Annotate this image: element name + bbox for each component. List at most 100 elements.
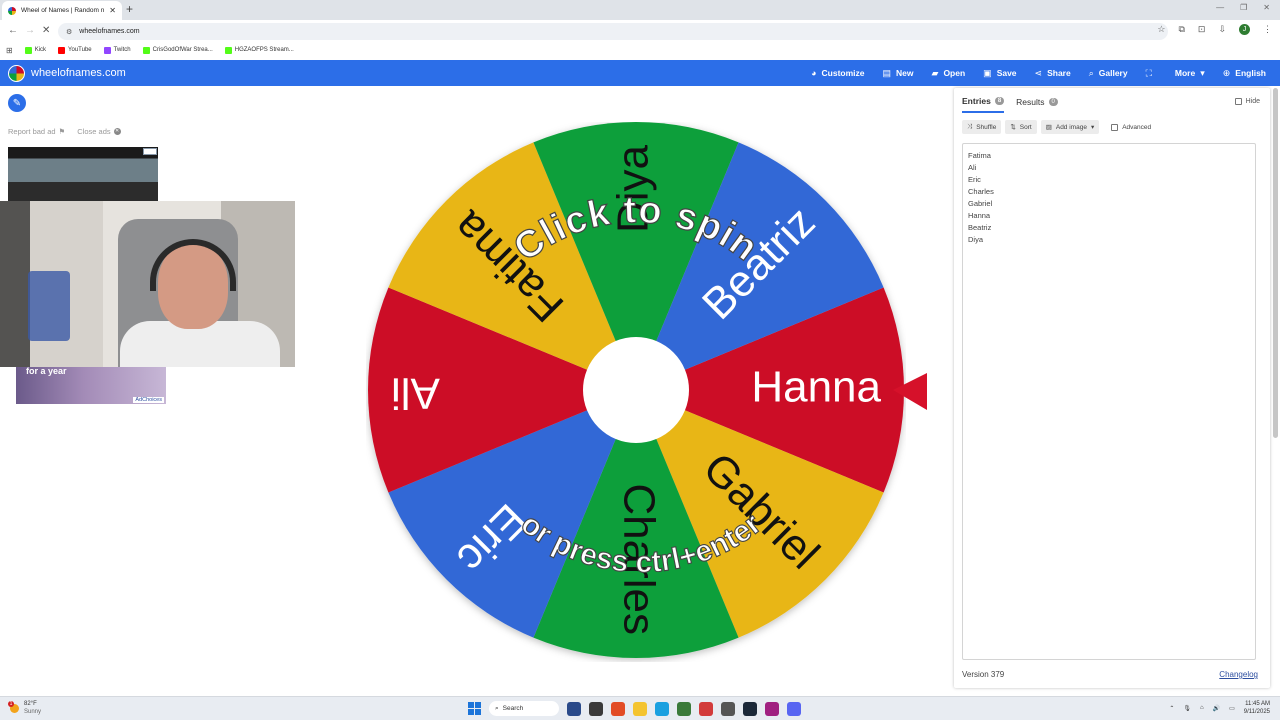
edit-pencil-button[interactable]: ✎ — [8, 94, 26, 112]
entries-panel: Entries 8 Results 0 Hide ⤨ Shuffle ⇅ Sort ▨ A… — [954, 88, 1270, 688]
shuffle-icon: ⤨ — [967, 123, 973, 130]
name-wheel[interactable]: HannaGabrielCharlesEricAliFatimaDiyaBeat… — [366, 122, 906, 662]
bookmark-item[interactable]: Kick — [24, 46, 46, 54]
taskbar-app-icon[interactable] — [655, 701, 669, 716]
maximize-icon[interactable]: ❐ — [1240, 3, 1247, 12]
save-icon: ▣ — [983, 67, 992, 78]
entries-textarea[interactable]: Fatima Ali Eric Charles Gabriel Hanna Beatriz D… — [962, 143, 1256, 660]
tab-results[interactable]: Results 0 — [1016, 96, 1058, 113]
window-controls: — ❐ ✕ — [1216, 3, 1270, 12]
taskbar-search[interactable]: ⌕ Search — [489, 701, 559, 716]
taskbar-app-icon[interactable] — [589, 701, 603, 716]
close-circle-icon: ✕ — [113, 128, 121, 135]
apps-grid-icon[interactable]: ⊞ — [6, 46, 13, 55]
changelog-link[interactable]: Changelog — [1219, 670, 1258, 679]
flag-icon: ⚑ — [58, 127, 66, 136]
taskbar-app-icon[interactable] — [721, 701, 735, 716]
taskbar-app-icon[interactable] — [567, 701, 581, 716]
taskbar-app-icon[interactable] — [787, 701, 801, 716]
bookmark-item[interactable]: CrisGodOfWar Strea... — [142, 46, 213, 54]
bookmark-favicon-icon — [24, 46, 32, 54]
add-image-button[interactable]: ▨ Add image ▾ — [1040, 120, 1100, 134]
reload-icon[interactable]: ✕ — [42, 25, 50, 36]
taskbar-app-icon[interactable] — [677, 701, 691, 716]
taskbar-app-icon[interactable] — [611, 701, 625, 716]
windows-start-icon[interactable] — [468, 702, 481, 715]
bookmark-item[interactable]: HGZAOFPS Stream... — [224, 46, 294, 54]
menu-save[interactable]: ▣ Save — [983, 68, 1016, 79]
entry-line: Eric — [968, 175, 981, 184]
media-icon[interactable]: ⊡ — [1198, 24, 1206, 35]
menu-english[interactable]: ⊕ English — [1223, 68, 1266, 79]
tab-close-icon[interactable]: ✕ — [109, 6, 116, 15]
taskbar-app-icon[interactable] — [765, 701, 779, 716]
bookmark-favicon-icon — [142, 46, 150, 54]
bookmark-item[interactable]: Twitch — [103, 46, 131, 54]
bookmarks-bar: ⊞ Kick YouTube Twitch CrisGodOfWar Strea...… — [0, 42, 1280, 58]
tab-title: Wheel of Names | Random nam — [21, 7, 105, 14]
report-bad-ad-link[interactable]: Report bad ad ⚑ — [8, 127, 65, 136]
entry-line: Gabriel — [968, 199, 993, 208]
taskbar-app-icon[interactable] — [743, 701, 757, 716]
temperature: 82°F — [24, 701, 37, 707]
logo-icon[interactable] — [8, 64, 25, 82]
menu-share[interactable]: ⋖ Share — [1035, 68, 1071, 79]
sun-icon — [8, 700, 19, 713]
shuffle-button[interactable]: ⤨ Shuffle — [962, 120, 1002, 134]
checkbox-icon[interactable] — [1111, 123, 1119, 131]
weather-widget[interactable]: 82°F Sunny — [8, 700, 41, 716]
network-icon[interactable]: ⌂ — [1200, 705, 1204, 711]
address-bar[interactable]: ⚙ wheelofnames.com — [58, 23, 1168, 40]
new-file-icon: ▤ — [882, 67, 892, 78]
close-ads-link[interactable]: Close ads ✕ — [77, 127, 121, 136]
battery-icon[interactable]: ▭ — [1229, 705, 1235, 712]
close-window-icon[interactable]: ✕ — [1263, 3, 1270, 12]
results-count-badge: 0 — [1048, 98, 1058, 106]
palette-icon: ◕ — [811, 68, 817, 78]
menu-new[interactable]: ▤ New — [883, 68, 914, 79]
bookmark-favicon-icon — [103, 46, 111, 54]
ad-video-banner[interactable] — [8, 147, 158, 205]
brand-title[interactable]: wheelofnames.com — [31, 67, 126, 79]
minimize-icon[interactable]: — — [1216, 3, 1224, 12]
app-header: wheelofnames.com ◕ Customize ▤ New ▰ Open ▣ Sav… — [0, 60, 1280, 86]
search-icon: ⌕ — [495, 704, 499, 712]
microphone-icon[interactable]: 🎙 — [1183, 705, 1191, 712]
chevron-down-icon: ▾ — [1090, 124, 1095, 131]
taskbar-app-icon[interactable] — [633, 701, 647, 716]
entry-line: Charles — [968, 187, 994, 196]
page-scrollbar[interactable] — [1273, 88, 1278, 438]
menu-open[interactable]: ▰ Open — [932, 68, 966, 79]
profile-avatar[interactable]: J — [1239, 24, 1250, 35]
wheel-center-hub[interactable] — [583, 337, 689, 443]
bookmark-star-icon[interactable]: ☆ — [1157, 24, 1165, 35]
tab-entries[interactable]: Entries 8 — [962, 96, 1005, 113]
taskbar-app-icon[interactable] — [699, 701, 713, 716]
volume-icon[interactable]: 🔊 — [1213, 705, 1220, 712]
ad-controls: Report bad ad ⚑ Close ads ✕ — [8, 127, 121, 136]
bookmark-item[interactable]: YouTube — [58, 46, 92, 54]
menu-more[interactable]: More ▾ — [1175, 68, 1205, 79]
new-tab-button[interactable]: + — [126, 2, 133, 16]
back-icon[interactable]: ← — [8, 25, 18, 36]
browser-tab[interactable]: Wheel of Names | Random nam ✕ — [2, 1, 122, 20]
menu-gallery[interactable]: ⌕ Gallery — [1089, 68, 1128, 79]
advanced-checkbox[interactable]: Advanced — [1111, 123, 1151, 131]
ad-close-icon[interactable] — [143, 148, 157, 155]
ad-choices-label[interactable]: AdChoices — [133, 397, 164, 403]
bookmark-favicon-icon — [58, 46, 66, 54]
checkbox-icon[interactable] — [1234, 98, 1242, 105]
hide-checkbox[interactable]: Hide — [1234, 98, 1260, 105]
bookmark-favicon-icon — [224, 46, 232, 54]
ad-banner[interactable]: for a year AdChoices — [16, 366, 166, 404]
sort-button[interactable]: ⇅ Sort — [1005, 120, 1037, 134]
menu-fullscreen[interactable]: ⛶ — [1146, 68, 1157, 79]
site-info-icon[interactable]: ⚙ — [66, 28, 72, 36]
extensions-icon[interactable]: ⧉ — [1178, 24, 1184, 35]
tray-expand-icon[interactable]: ⌃ — [1169, 705, 1174, 712]
browser-menu-icon[interactable]: ⋮ — [1263, 24, 1272, 35]
downloads-icon[interactable]: ⇩ — [1218, 24, 1226, 35]
taskbar-clock[interactable]: 11:45 AM 9/11/2025 — [1244, 700, 1270, 716]
forward-icon[interactable]: → — [25, 25, 35, 36]
menu-customize[interactable]: ◕ Customize — [811, 68, 864, 78]
